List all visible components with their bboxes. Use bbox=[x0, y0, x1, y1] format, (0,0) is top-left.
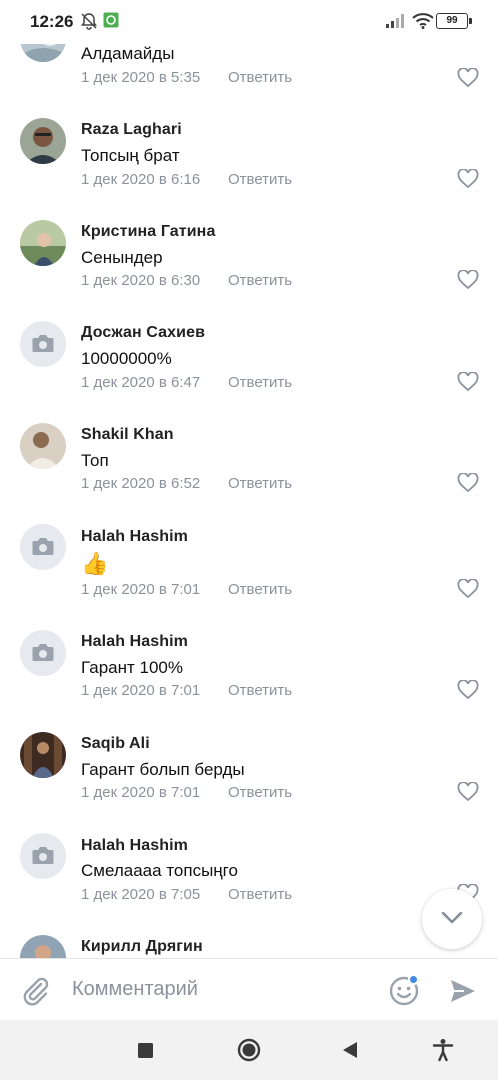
emoji-icon[interactable] bbox=[387, 973, 421, 1007]
comment-author[interactable]: Halah Hashim bbox=[81, 528, 188, 546]
avatar[interactable] bbox=[20, 524, 66, 570]
scroll-down-button[interactable] bbox=[422, 889, 482, 949]
camera-icon bbox=[32, 538, 54, 555]
avatar[interactable] bbox=[20, 935, 66, 958]
avatar[interactable] bbox=[20, 220, 66, 266]
reply-button[interactable]: Ответить bbox=[228, 475, 292, 492]
mute-bell-icon bbox=[81, 13, 97, 30]
signal-icon bbox=[386, 14, 404, 28]
comment-text: Смелаааа топсыңго bbox=[81, 861, 238, 880]
send-icon[interactable] bbox=[448, 976, 478, 1006]
heart-icon[interactable] bbox=[457, 680, 479, 700]
heart-icon[interactable] bbox=[457, 169, 479, 189]
heart-icon[interactable] bbox=[457, 579, 479, 599]
heart-icon[interactable] bbox=[457, 473, 479, 493]
avatar[interactable] bbox=[20, 118, 66, 164]
heart-icon[interactable] bbox=[457, 68, 479, 88]
comment-composer: Комментарий bbox=[0, 958, 498, 1023]
comment-text: Топсың брат bbox=[81, 146, 180, 165]
reply-button[interactable]: Ответить bbox=[228, 784, 292, 801]
comment-input[interactable]: Комментарий bbox=[72, 978, 198, 1001]
reply-button[interactable]: Ответить bbox=[228, 581, 292, 598]
comments-feed[interactable]: Алдамайды 1 дек 2020 в 5:35 Ответить Raz… bbox=[0, 0, 498, 958]
avatar[interactable] bbox=[20, 321, 66, 367]
heart-icon[interactable] bbox=[457, 270, 479, 290]
comment-text: Гарант болып берды bbox=[81, 760, 245, 779]
comment-author[interactable]: Raza Laghari bbox=[81, 121, 182, 139]
comment-date: 1 дек 2020 в 7:01 bbox=[81, 581, 201, 598]
reply-button[interactable]: Ответить bbox=[228, 682, 292, 699]
accessibility-icon[interactable] bbox=[432, 1038, 454, 1062]
heart-icon[interactable] bbox=[457, 782, 479, 802]
camera-icon bbox=[32, 335, 54, 352]
wifi-icon bbox=[412, 13, 434, 29]
status-time: 12:26 bbox=[30, 12, 74, 31]
comment-author[interactable]: Saqib Ali bbox=[81, 735, 150, 753]
avatar[interactable] bbox=[20, 732, 66, 778]
comment-date: 1 дек 2020 в 7:01 bbox=[81, 682, 201, 699]
comment-date: 1 дек 2020 в 5:35 bbox=[81, 69, 201, 86]
comment-text: Сенындер bbox=[81, 248, 163, 267]
reply-button[interactable]: Ответить bbox=[228, 886, 292, 903]
comment-text: 👍 bbox=[81, 551, 109, 576]
comment-date: 1 дек 2020 в 6:52 bbox=[81, 475, 201, 492]
attach-paperclip-icon[interactable] bbox=[20, 975, 52, 1007]
app-notification-icon bbox=[103, 12, 119, 28]
comment-author[interactable]: Кристина Гатина bbox=[81, 223, 215, 241]
reply-button[interactable]: Ответить bbox=[228, 272, 292, 289]
comment-date: 1 дек 2020 в 6:30 bbox=[81, 272, 201, 289]
comment-author[interactable]: Shakil Khan bbox=[81, 426, 174, 444]
chevron-down-icon bbox=[441, 911, 463, 924]
comment-date: 1 дек 2020 в 6:47 bbox=[81, 374, 201, 391]
reply-button[interactable]: Ответить bbox=[228, 69, 292, 86]
comment-text: Гарант 100% bbox=[81, 658, 183, 677]
back-icon[interactable] bbox=[342, 1041, 358, 1059]
home-icon[interactable] bbox=[237, 1038, 261, 1062]
comment-author[interactable]: Halah Hashim bbox=[81, 837, 188, 855]
recent-apps-icon[interactable] bbox=[138, 1043, 153, 1058]
comment-author[interactable]: Досжан Сахиев bbox=[81, 324, 205, 342]
camera-icon bbox=[32, 847, 54, 864]
reply-button[interactable]: Ответить bbox=[228, 374, 292, 391]
avatar[interactable] bbox=[20, 423, 66, 469]
comment-date: 1 дек 2020 в 7:01 bbox=[81, 784, 201, 801]
status-bar: 12:26 99 bbox=[0, 0, 498, 44]
comment-text: Топ bbox=[81, 451, 109, 470]
camera-icon bbox=[32, 644, 54, 661]
avatar[interactable] bbox=[20, 833, 66, 879]
heart-icon[interactable] bbox=[457, 372, 479, 392]
comment-author[interactable]: Кирилл Дрягин bbox=[81, 938, 203, 956]
battery-icon: 99 bbox=[436, 13, 472, 29]
avatar[interactable] bbox=[20, 630, 66, 676]
system-navigation-bar bbox=[0, 1020, 498, 1080]
comment-text: Алдамайды bbox=[81, 44, 175, 63]
comment-author[interactable]: Halah Hashim bbox=[81, 633, 188, 651]
comment-date: 1 дек 2020 в 6:16 bbox=[81, 171, 201, 188]
comment-date: 1 дек 2020 в 7:05 bbox=[81, 886, 201, 903]
comment-text: 10000000% bbox=[81, 349, 172, 368]
reply-button[interactable]: Ответить bbox=[228, 171, 292, 188]
